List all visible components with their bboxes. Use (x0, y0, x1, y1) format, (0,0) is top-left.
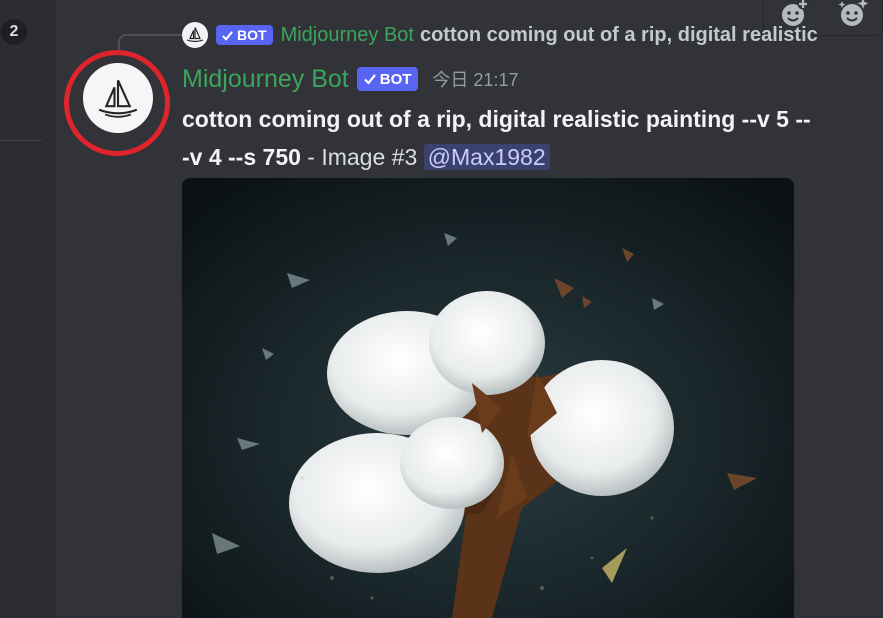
prompt-line-2: -v 4 --s 750 - Image #3 @Max1982 (182, 138, 883, 176)
reply-bot-tag: BOT (216, 25, 273, 45)
sidebar-divider (0, 140, 42, 141)
image-index-text: - Image #3 (300, 144, 424, 170)
reply-author[interactable]: Midjourney Bot (281, 24, 414, 47)
verified-check-icon (222, 30, 233, 41)
user-mention[interactable]: @Max1982 (423, 144, 550, 170)
prompt-text: cotton coming out of a rip, digital real… (182, 106, 811, 132)
generated-image[interactable] (182, 178, 794, 618)
message-timestamp[interactable]: 今日 21:17 (432, 66, 518, 92)
prompt-line-1: cotton coming out of a rip, digital real… (182, 100, 883, 138)
reply-reference[interactable]: BOT Midjourney Bot cotton coming out of … (182, 21, 818, 49)
midjourney-logo-icon (186, 27, 204, 43)
reply-bot-tag-label: BOT (237, 27, 267, 43)
reply-text-preview[interactable]: cotton coming out of a rip, digital real… (420, 24, 818, 47)
author-avatar[interactable] (83, 63, 153, 133)
reply-avatar[interactable] (182, 22, 208, 48)
message-header: Midjourney Bot BOT 今日 21:17 (182, 62, 518, 96)
bot-tag: BOT (356, 67, 419, 91)
super-reaction-button[interactable] (835, 0, 871, 31)
message-content: cotton coming out of a rip, digital real… (182, 100, 883, 176)
verified-check-icon (363, 74, 376, 85)
bot-tag-label: BOT (379, 70, 412, 88)
prompt-params: -v 4 --s 750 (182, 144, 301, 170)
super-reaction-icon (838, 0, 868, 26)
author-name[interactable]: Midjourney Bot (182, 65, 349, 94)
midjourney-logo-icon (98, 79, 138, 118)
left-sidebar: 2 (0, 0, 56, 618)
discord-chat-view: 2 BOT Midjourney Bot cotton coming out o… (0, 0, 883, 618)
unread-count-badge[interactable]: 2 (1, 19, 27, 45)
cotton-boll-image (182, 178, 794, 618)
